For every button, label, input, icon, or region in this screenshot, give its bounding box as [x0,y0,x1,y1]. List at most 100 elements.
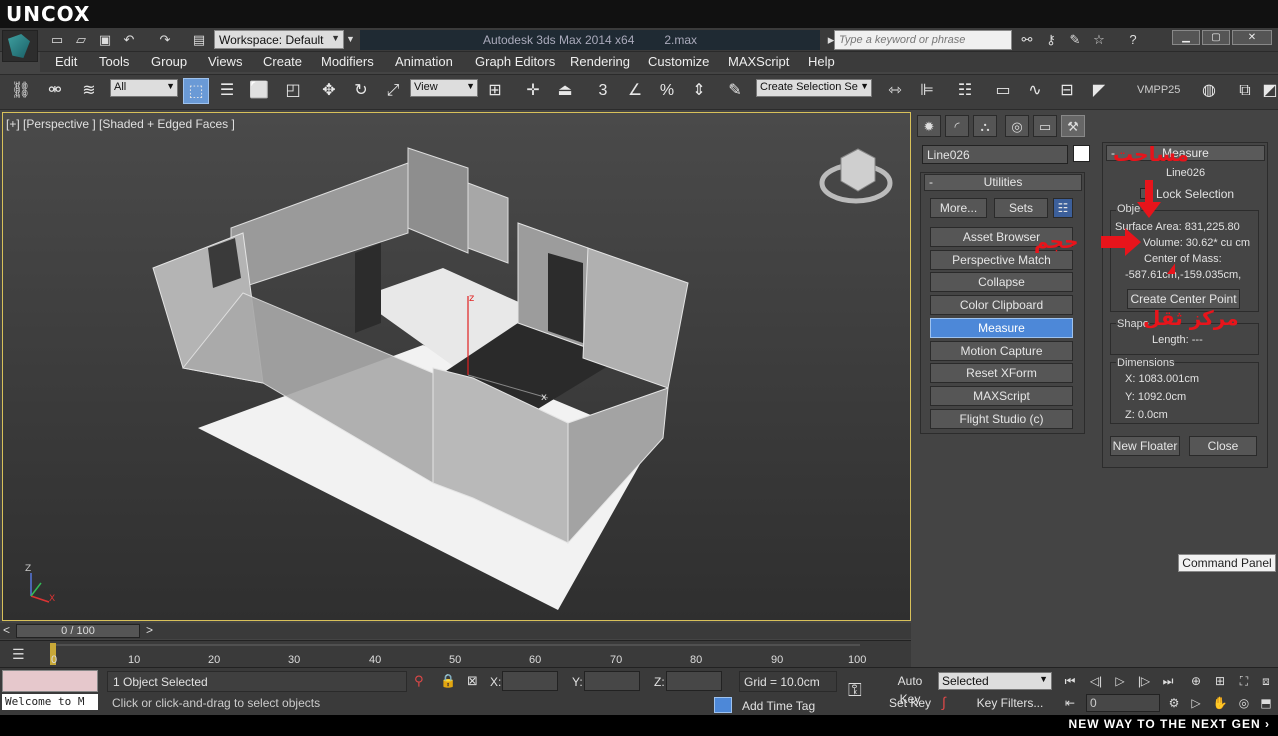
select-manipulate-icon[interactable]: ✛ [520,78,546,104]
communication-icon[interactable]: ✎ [1066,31,1084,49]
set-key-button[interactable]: Set Key [886,694,934,712]
selection-filter-dropdown[interactable]: All ▼ [110,79,178,97]
menu-edit[interactable]: Edit [55,54,77,69]
key-mode-toggle-icon[interactable]: ⇤ [1060,694,1080,712]
mirror-icon[interactable]: ⇿ [882,78,908,104]
angle-snap-icon[interactable]: ∠ [622,78,648,104]
zoom-icon[interactable]: ⊕ [1186,672,1206,690]
maximize-viewport-icon[interactable]: ⬒ [1256,694,1276,712]
more-button[interactable]: More... [930,198,987,218]
default-in-out-tangent-icon[interactable]: ∫ [942,694,946,710]
create-tab-icon[interactable]: ✹ [917,115,941,137]
auto-key-button[interactable]: Auto Key [886,672,934,706]
time-configuration-icon[interactable]: ⚙ [1164,694,1184,712]
maximize-button[interactable]: ▢ [1202,30,1230,45]
subscription-icon[interactable]: ⚷ [1042,31,1060,49]
menu-create[interactable]: Create [263,54,302,69]
render-setup-icon[interactable]: ◍ [1196,78,1222,104]
go-to-end-icon[interactable]: ⏭ [1158,672,1178,690]
viewport-label[interactable]: [+] [Perspective ] [Shaded + Edged Faces… [6,117,235,131]
display-tab-icon[interactable]: ▭ [1033,115,1057,137]
scale-icon[interactable]: ⤢ [380,78,406,104]
utilities-rollout-header[interactable]: - Utilities [924,174,1082,191]
collapse-button[interactable]: Collapse [930,272,1073,292]
select-by-name-icon[interactable]: ☰ [214,78,240,104]
project-folder-icon[interactable]: ▤ [190,31,208,49]
motion-capture-button[interactable]: Motion Capture [930,341,1073,361]
redo-icon[interactable]: ↷ [156,31,174,49]
favorites-star-icon[interactable]: ☆ [1090,31,1108,49]
layer-manager-icon[interactable]: ☷ [952,78,978,104]
pivot-center-icon[interactable]: ⊞ [482,78,508,104]
zoom-extents-icon[interactable]: ⛶ [1234,672,1254,690]
z-coord-field[interactable] [666,671,722,691]
search-input[interactable]: Type a keyword or phrase [834,30,1012,50]
key-mode-dropdown[interactable]: Selected ▼ [938,672,1052,690]
curve-editor-mini-icon[interactable]: ☰ [12,646,25,663]
utilities-tab-icon[interactable]: ⚒ [1061,115,1085,137]
save-file-icon[interactable]: ▣ [96,31,114,49]
isolate-toggle-icon[interactable]: ⚲ [414,673,424,689]
bind-space-warp-icon[interactable]: ≋ [76,78,102,104]
help-button[interactable]: ? [1124,31,1142,49]
configure-button-sets-icon[interactable]: ☷ [1053,198,1073,218]
go-to-start-icon[interactable]: ⏮ [1060,672,1080,690]
key-filters-button[interactable]: Key Filters... [968,694,1052,712]
pan-icon[interactable]: ✋ [1210,694,1230,712]
sets-button[interactable]: Sets [994,198,1048,218]
rectangular-selection-icon[interactable]: ⬜ [246,78,272,104]
object-name-field[interactable]: Line026 [922,145,1068,164]
selection-lock-icon[interactable]: 🔒 [440,673,456,689]
previous-frame-icon[interactable]: ◁| [1086,672,1106,690]
unlink-icon[interactable]: ⚮ [42,78,68,104]
menu-group[interactable]: Group [151,54,187,69]
link-icon[interactable]: ⛓ [8,78,34,104]
close-button[interactable]: Close [1189,436,1257,456]
workspace-dropdown[interactable]: Workspace: Default ▼ [214,30,344,49]
hierarchy-tab-icon[interactable]: ⛬ [973,115,997,137]
time-prev-arrow[interactable]: < [3,623,10,637]
curve-editor-icon[interactable]: ∿ [1022,78,1048,104]
flight-studio-button[interactable]: Flight Studio (c) [930,409,1073,429]
current-frame-field[interactable]: 0 [1086,694,1160,712]
y-coord-field[interactable] [584,671,640,691]
motion-tab-icon[interactable]: ◎ [1005,115,1029,137]
menu-views[interactable]: Views [208,54,242,69]
rendered-frame-icon[interactable]: ⧉ [1232,78,1258,104]
reference-coordinate-dropdown[interactable]: View ▼ [410,79,478,97]
menu-customize[interactable]: Customize [648,54,709,69]
named-selection-dropdown[interactable]: Create Selection Se ▼ [756,79,872,97]
object-color-swatch[interactable] [1073,145,1090,162]
orbit-icon[interactable]: ◎ [1234,694,1254,712]
minimize-button[interactable]: ▁ [1172,30,1200,45]
window-crossing-icon[interactable]: ◰ [280,78,306,104]
zoom-all-icon[interactable]: ⊞ [1210,672,1230,690]
next-frame-icon[interactable]: |▷ [1134,672,1154,690]
time-slider-handle[interactable]: 0 / 100 [16,624,140,638]
absolute-mode-icon[interactable]: ⊠ [467,673,478,689]
new-file-icon[interactable]: ▭ [48,31,66,49]
app-menu-button[interactable] [2,30,38,62]
new-floater-button[interactable]: New Floater [1110,436,1180,456]
perspective-match-button[interactable]: Perspective Match [930,250,1073,270]
menu-help[interactable]: Help [808,54,835,69]
play-icon[interactable]: ▷ [1110,672,1130,690]
edit-named-selection-icon[interactable]: ✎ [722,78,748,104]
material-editor-icon[interactable]: ◤ [1086,78,1112,104]
welcome-text[interactable]: Welcome to M [2,694,98,710]
menu-animation[interactable]: Animation [395,54,453,69]
rotate-icon[interactable]: ↻ [348,78,374,104]
render-production-icon[interactable]: ◩ [1262,78,1278,104]
binoculars-icon[interactable]: ⚯ [1018,31,1036,49]
move-icon[interactable]: ✥ [316,78,342,104]
menu-rendering[interactable]: Rendering [570,54,630,69]
menu-tools[interactable]: Tools [99,54,129,69]
modify-tab-icon[interactable]: ◜ [945,115,969,137]
maxscript-button[interactable]: MAXScript [930,386,1073,406]
keyboard-shortcut-override-icon[interactable]: ⏏ [552,78,578,104]
time-tag-icon[interactable] [714,697,732,713]
perspective-viewport[interactable]: z x Z X [2,112,911,621]
schematic-view-icon[interactable]: ⊟ [1054,78,1080,104]
open-file-icon[interactable]: ▱ [72,31,90,49]
workspace-menu-icon[interactable]: ▼ [346,30,358,49]
